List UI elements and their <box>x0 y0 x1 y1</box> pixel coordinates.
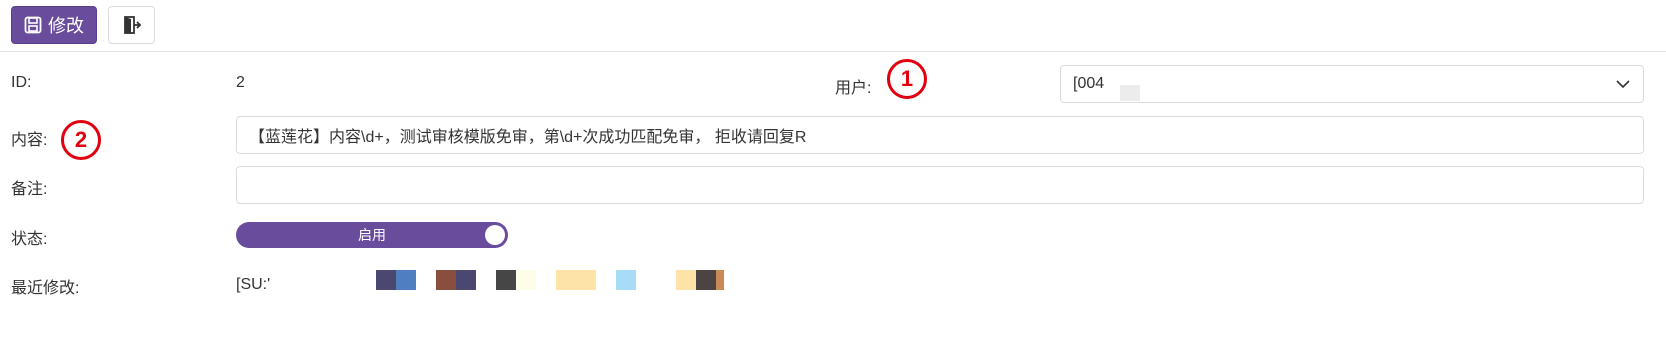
redacted-block <box>516 270 536 290</box>
annotation-marker-2: 2 <box>61 120 101 160</box>
redacted-block <box>616 270 636 290</box>
status-toggle-label: 启用 <box>358 227 386 243</box>
modified-label: 最近修改: <box>11 280 80 297</box>
remark-label: 备注: <box>11 181 48 198</box>
id-label: ID: <box>11 74 32 91</box>
modified-value: [SU:' <box>236 276 271 293</box>
content-input[interactable]: 【蓝莲花】内容\d+，测试审核模版免审，第\d+次成功匹配免审， 拒收请回复R <box>236 116 1644 154</box>
redacted-block <box>556 270 576 290</box>
annotation-marker-1-text: 1 <box>900 66 914 91</box>
status-toggle[interactable]: 启用 <box>236 222 508 248</box>
annotation-marker-1: 1 <box>887 59 927 99</box>
status-label: 状态: <box>11 231 48 248</box>
save-button[interactable]: 修改 <box>11 6 97 44</box>
redacted-block <box>436 270 456 290</box>
exit-button[interactable] <box>108 6 155 44</box>
redacted-block <box>396 270 416 290</box>
redacted-block <box>716 270 724 290</box>
redacted-block <box>696 270 716 290</box>
redacted-block <box>676 270 696 290</box>
toggle-knob <box>485 225 505 245</box>
save-label: 修改 <box>48 16 84 36</box>
redacted-placeholder <box>1120 85 1140 101</box>
redacted-block <box>456 270 476 290</box>
user-select[interactable]: [004 <box>1060 65 1644 103</box>
floppy-disk-icon <box>24 16 42 34</box>
remark-input[interactable] <box>236 166 1644 204</box>
annotation-marker-2-text: 2 <box>74 127 88 152</box>
user-label: 用户: <box>835 80 872 97</box>
redacted-block <box>376 270 396 290</box>
content-input-value: 【蓝莲花】内容\d+，测试审核模版免审，第\d+次成功匹配免审， 拒收请回复R <box>249 129 807 146</box>
redacted-block <box>496 270 516 290</box>
id-value: 2 <box>236 74 245 91</box>
chevron-down-icon <box>1616 80 1630 89</box>
redacted-block <box>576 270 596 290</box>
user-select-value: [004 <box>1073 75 1105 92</box>
content-label: 内容: <box>11 132 48 149</box>
toolbar: 修改 <box>0 0 1666 52</box>
door-exit-icon <box>123 16 141 34</box>
